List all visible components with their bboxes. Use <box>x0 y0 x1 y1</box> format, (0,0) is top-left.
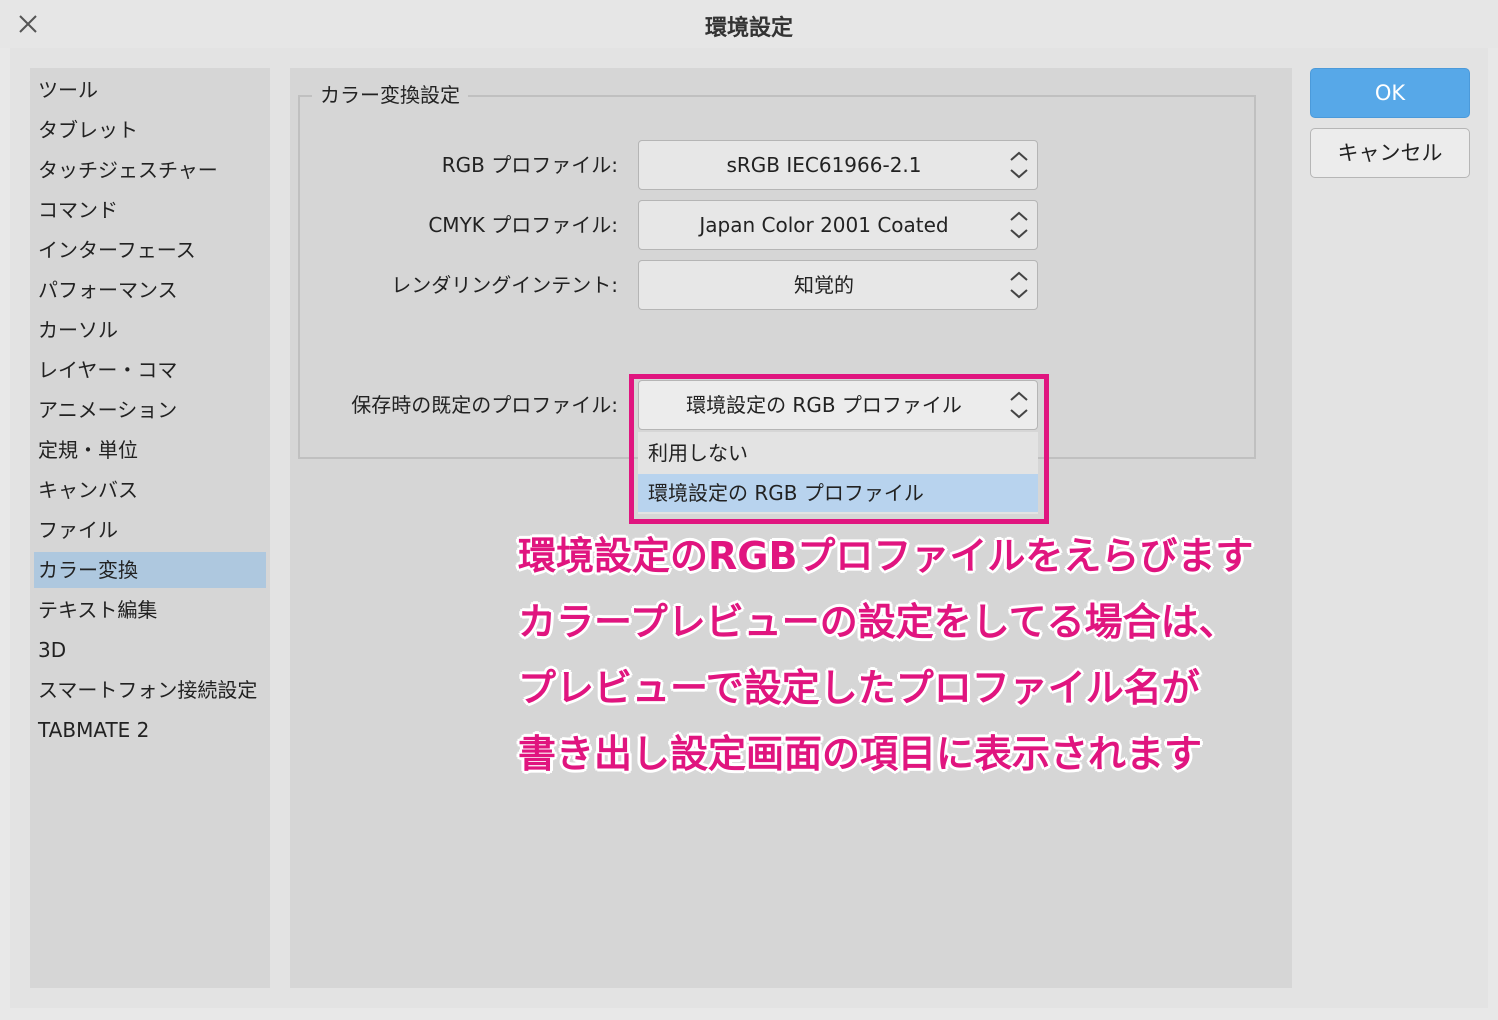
rgb-profile-value: sRGB IEC61966-2.1 <box>726 153 922 177</box>
cmyk-profile-select[interactable]: Japan Color 2001 Coated <box>638 200 1038 250</box>
sidebar-item-performance[interactable]: パフォーマンス <box>34 272 266 308</box>
default-profile-value: 環境設定の RGB プロファイル <box>686 393 962 417</box>
cancel-button[interactable]: キャンセル <box>1310 128 1470 178</box>
sidebar-item-touch-gesture[interactable]: タッチジェスチャー <box>34 152 266 188</box>
rendering-intent-value: 知覚的 <box>794 273 854 297</box>
sidebar-item-smartphone-connection[interactable]: スマートフォン接続設定 <box>34 672 266 708</box>
default-profile-dropdown: 利用しない 環境設定の RGB プロファイル <box>638 432 1038 514</box>
ok-button[interactable]: OK <box>1310 68 1470 118</box>
annotation-line-1: 環境設定のRGBプロファイルをえらびます <box>518 534 1254 578</box>
sidebar-item-tabmate[interactable]: TABMATE 2 <box>34 712 266 748</box>
sidebar-item-command[interactable]: コマンド <box>34 192 266 228</box>
rendering-intent-label: レンダリングインテント: <box>391 273 618 297</box>
chevron-up-down-icon <box>1010 211 1028 239</box>
default-profile-select[interactable]: 環境設定の RGB プロファイル <box>638 380 1038 430</box>
rgb-profile-select[interactable]: sRGB IEC61966-2.1 <box>638 140 1038 190</box>
cmyk-profile-value: Japan Color 2001 Coated <box>699 213 949 237</box>
sidebar: ツール タブレット タッチジェスチャー コマンド インターフェース パフォーマン… <box>30 68 270 988</box>
sidebar-item-tool[interactable]: ツール <box>34 72 266 108</box>
sidebar-item-tablet[interactable]: タブレット <box>34 112 266 148</box>
sidebar-item-animation[interactable]: アニメーション <box>34 392 266 428</box>
chevron-up-down-icon <box>1010 391 1028 419</box>
dropdown-option-env-rgb[interactable]: 環境設定の RGB プロファイル <box>638 474 1038 512</box>
sidebar-item-ruler-unit[interactable]: 定規・単位 <box>34 432 266 468</box>
sidebar-item-canvas[interactable]: キャンバス <box>34 472 266 508</box>
dropdown-option-none[interactable]: 利用しない <box>638 434 1038 472</box>
window-title: 環境設定 <box>704 16 793 41</box>
rendering-intent-select[interactable]: 知覚的 <box>638 260 1038 310</box>
cmyk-profile-label: CMYK プロファイル: <box>428 213 618 237</box>
annotation-line-2: カラープレビューの設定をしてる場合は、 <box>518 600 1237 644</box>
sidebar-item-text-edit[interactable]: テキスト編集 <box>34 592 266 628</box>
group-title: カラー変換設定 <box>312 81 468 109</box>
sidebar-item-interface[interactable]: インターフェース <box>34 232 266 268</box>
sidebar-item-cursor[interactable]: カーソル <box>34 312 266 348</box>
sidebar-item-color-conversion[interactable]: カラー変換 <box>34 552 266 588</box>
sidebar-item-3d[interactable]: 3D <box>34 632 266 668</box>
rgb-profile-label: RGB プロファイル: <box>441 153 618 177</box>
default-profile-label: 保存時の既定のプロファイル: <box>351 393 618 417</box>
title-bar: 環境設定 <box>0 0 1498 48</box>
chevron-up-down-icon <box>1010 271 1028 299</box>
sidebar-item-layer-frame[interactable]: レイヤー・コマ <box>34 352 266 388</box>
sidebar-item-file[interactable]: ファイル <box>34 512 266 548</box>
annotation-line-4: 書き出し設定画面の項目に表示されます <box>518 732 1203 776</box>
chevron-up-down-icon <box>1010 151 1028 179</box>
annotation-line-3: プレビューで設定したプロファイル名が <box>518 666 1200 710</box>
